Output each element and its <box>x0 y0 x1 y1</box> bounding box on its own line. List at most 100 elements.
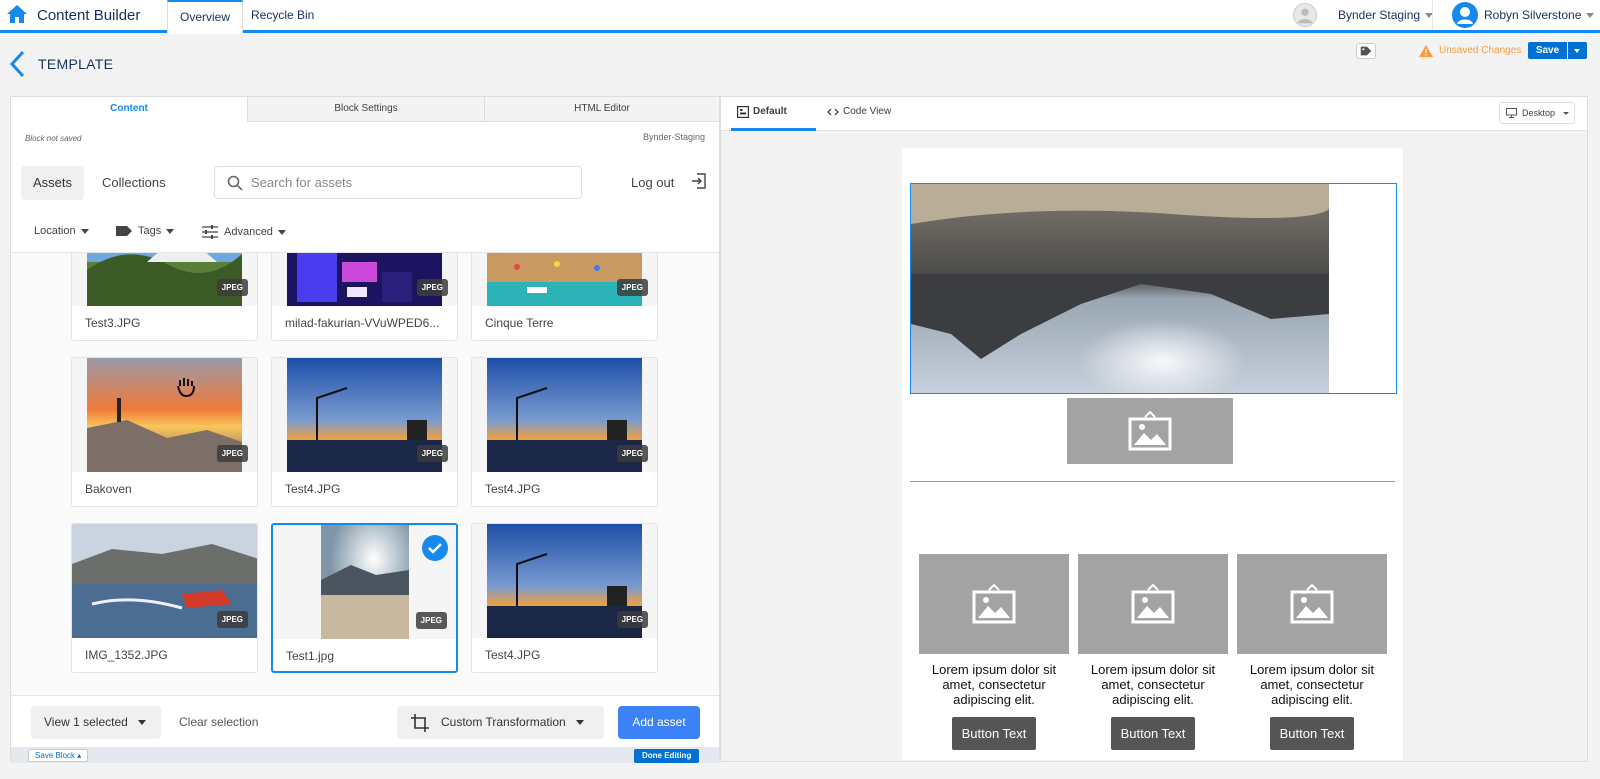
logout-icon[interactable] <box>691 173 707 189</box>
asset-card[interactable]: JPEG Test4.JPG <box>271 357 458 507</box>
checkmark-icon <box>428 543 442 554</box>
email-cta-button[interactable]: Button Text <box>952 717 1036 750</box>
layout-icon <box>737 106 749 118</box>
clear-selection-button[interactable]: Clear selection <box>179 715 258 729</box>
logout-link[interactable]: Log out <box>631 175 674 190</box>
asset-name: Bakoven <box>85 482 132 496</box>
chevron-down-icon <box>277 229 286 235</box>
file-type-badge: JPEG <box>616 611 648 628</box>
image-placeholder[interactable] <box>1067 398 1233 464</box>
email-cta-button[interactable]: Button Text <box>1111 717 1195 750</box>
drag-hand-icon <box>177 378 195 398</box>
asset-card[interactable]: JPEG Test3.JPG <box>71 253 258 341</box>
collections-tab[interactable]: Collections <box>102 175 166 190</box>
business-unit-switcher[interactable]: Bynder Staging <box>1338 8 1434 22</box>
custom-transformation-dropdown[interactable]: Custom Transformation <box>397 706 604 739</box>
tag-icon <box>1360 46 1372 56</box>
asset-card[interactable]: JPEG milad-fakurian-VVuWPED6... <box>271 253 458 341</box>
asset-card[interactable]: JPEG Cinque Terre <box>471 253 658 341</box>
file-type-badge: JPEG <box>216 611 248 628</box>
app-title: Content Builder <box>37 7 141 24</box>
asset-thumbnail: JPEG <box>273 525 456 639</box>
asset-thumbnail: JPEG <box>72 524 257 638</box>
asset-name: Test4.JPG <box>285 482 341 496</box>
crop-icon <box>411 714 429 732</box>
asset-name: Test4.JPG <box>485 482 541 496</box>
asset-card-selected[interactable]: JPEG Test1.jpg <box>271 523 458 673</box>
save-button[interactable]: Save <box>1528 42 1567 59</box>
asset-action-bar: View 1 selected Clear selection Custom T… <box>11 695 719 747</box>
hero-image-block[interactable] <box>910 183 1397 394</box>
user-menu[interactable]: Robyn Silverstone <box>1484 8 1595 22</box>
chevron-down-icon <box>80 228 89 234</box>
save-block-label: Save Block <box>35 751 76 760</box>
tab-html-editor[interactable]: HTML Editor <box>484 97 719 122</box>
filter-tags[interactable]: Tags <box>116 225 175 237</box>
preview-panel: Default Code View Desktop Lorem ipsum do… <box>720 96 1588 762</box>
unsaved-changes-label: Unsaved Changes <box>1439 45 1522 56</box>
image-placeholder[interactable] <box>1078 554 1228 654</box>
tag-button[interactable] <box>1356 43 1376 59</box>
back-arrow-icon[interactable] <box>8 50 26 78</box>
file-type-badge: JPEG <box>216 445 248 462</box>
asset-card[interactable]: JPEG Test4.JPG <box>471 357 658 507</box>
asset-card[interactable]: JPEG Test4.JPG <box>471 523 658 673</box>
asset-thumbnail: JPEG <box>472 524 657 638</box>
asset-thumbnail: JPEG <box>472 358 657 472</box>
chevron-down-icon <box>1563 112 1570 116</box>
asset-card[interactable]: JPEG IMG_1352.JPG <box>71 523 258 673</box>
file-type-badge: JPEG <box>216 279 248 296</box>
custom-transformation-label: Custom Transformation <box>441 715 566 729</box>
asset-thumbnail: JPEG <box>72 253 257 306</box>
column-text[interactable]: Lorem ipsum dolor sit amet, consectetur … <box>919 662 1069 707</box>
search-input[interactable] <box>251 175 551 190</box>
tab-content[interactable]: Content <box>11 97 247 122</box>
user-name-label: Robyn Silverstone <box>1484 8 1582 22</box>
done-editing-button[interactable]: Done Editing <box>634 749 700 763</box>
preview-header: Default Code View Desktop <box>721 97 1587 131</box>
tab-overview[interactable]: Overview <box>167 0 244 34</box>
asset-name: Cinque Terre <box>485 316 554 330</box>
file-type-badge: JPEG <box>616 279 648 296</box>
save-options-dropdown[interactable] <box>1568 42 1587 59</box>
tab-code-view[interactable]: Code View <box>821 97 891 131</box>
save-block-button[interactable]: Save Block ▴ <box>28 749 89 762</box>
asset-thumbnail: JPEG <box>72 358 257 472</box>
assets-tab[interactable]: Assets <box>21 166 84 200</box>
chevron-down-icon <box>137 720 146 726</box>
device-dropdown[interactable]: Desktop <box>1499 102 1575 124</box>
block-status: Block not saved <box>25 134 82 143</box>
user-icon <box>1457 7 1473 24</box>
column-text[interactable]: Lorem ipsum dolor sit amet, consectetur … <box>1078 662 1228 707</box>
column-text[interactable]: Lorem ipsum dolor sit amet, consectetur … <box>1237 662 1387 707</box>
home-icon[interactable] <box>6 4 28 24</box>
file-type-badge: JPEG <box>416 445 448 462</box>
filter-location[interactable]: Location <box>34 225 89 237</box>
asset-thumbnail: JPEG <box>272 358 457 472</box>
asset-card[interactable]: JPEG Bakoven <box>71 357 258 507</box>
hero-image-icon <box>911 184 1329 393</box>
top-nav-bar: Content Builder Overview Recycle Bin Byn… <box>0 0 1600 34</box>
view-selected-dropdown[interactable]: View 1 selected <box>31 706 161 739</box>
file-type-badge: JPEG <box>415 612 447 629</box>
file-type-badge: JPEG <box>416 279 448 296</box>
file-type-badge: JPEG <box>616 445 648 462</box>
image-placeholder[interactable] <box>919 554 1069 654</box>
tab-default[interactable]: Default <box>731 97 816 131</box>
divider <box>1432 0 1433 30</box>
business-unit-avatar[interactable] <box>1293 3 1317 27</box>
connection-label: Bynder-Staging <box>642 132 705 142</box>
monitor-icon <box>1506 108 1517 118</box>
selected-check-icon[interactable] <box>422 535 448 561</box>
user-avatar[interactable] <box>1452 2 1478 28</box>
filter-advanced[interactable]: Advanced <box>202 225 286 239</box>
beach-sun-photo-icon <box>321 525 409 639</box>
add-asset-button[interactable]: Add asset <box>618 706 700 739</box>
email-cta-button[interactable]: Button Text <box>1270 717 1354 750</box>
tab-recycle-bin[interactable]: Recycle Bin <box>239 0 326 33</box>
image-placeholder[interactable] <box>1237 554 1387 654</box>
filter-location-label: Location <box>34 225 76 237</box>
tab-block-settings[interactable]: Block Settings <box>247 97 484 122</box>
view-selected-label: View 1 selected <box>44 715 128 729</box>
image-placeholder-icon <box>1131 584 1175 624</box>
